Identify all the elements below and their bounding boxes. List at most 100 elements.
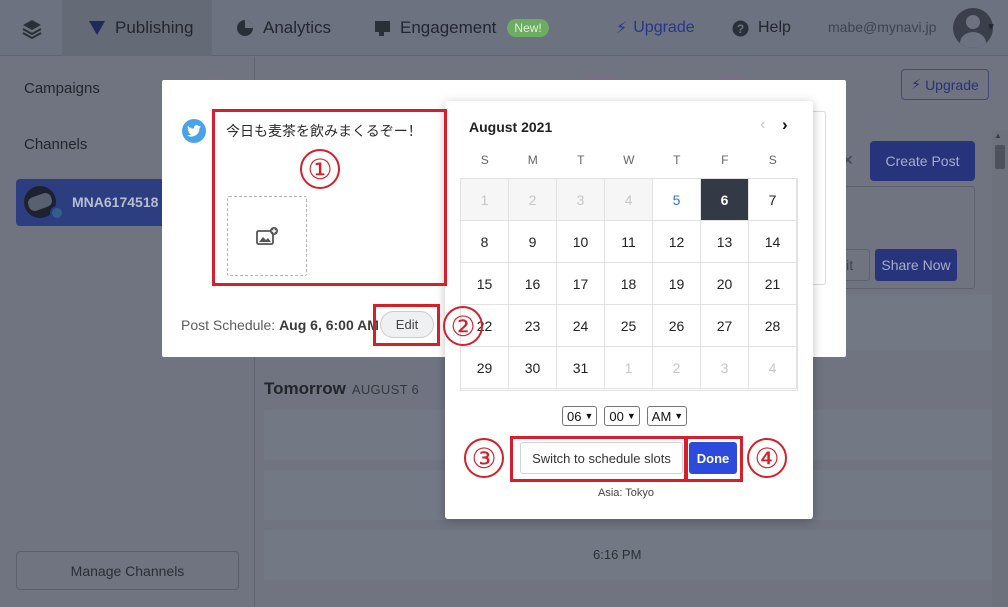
- time-slot-label: 6:16 PM: [593, 547, 642, 562]
- lightning-icon: ⚡: [911, 76, 922, 92]
- timezone-label: Asia: Tokyo: [598, 487, 655, 499]
- hour-select[interactable]: 06 ▼: [562, 406, 598, 426]
- publishing-icon: [89, 21, 105, 35]
- calendar-day[interactable]: 30: [508, 346, 557, 389]
- upgrade-label: Upgrade: [925, 76, 979, 93]
- calendar-day[interactable]: 8: [460, 220, 509, 263]
- scrollbar-thumb[interactable]: [995, 145, 1005, 169]
- nav-publishing[interactable]: Publishing: [62, 0, 212, 56]
- nav-upgrade[interactable]: ⚡ Upgrade: [616, 0, 695, 56]
- top-navigation: Publishing Analytics Engagement New! ⚡ U…: [0, 0, 1008, 56]
- calendar-day[interactable]: 7: [748, 178, 797, 221]
- create-post-button[interactable]: Create Post: [870, 141, 975, 181]
- calendar-day[interactable]: 20: [700, 262, 749, 305]
- weekday-label: F: [721, 153, 729, 167]
- calendar-day: 1: [460, 178, 509, 221]
- post-schedule: Post Schedule: Aug 6, 6:00 AM: [181, 317, 379, 333]
- ampm-value: AM: [651, 408, 672, 424]
- lightning-icon: ⚡: [616, 20, 628, 37]
- twitter-badge-icon: [50, 206, 64, 220]
- share-now-button[interactable]: Share Now: [875, 249, 957, 281]
- nav-engagement[interactable]: Engagement New!: [374, 0, 549, 56]
- calendar-day[interactable]: 18: [604, 262, 653, 305]
- calendar-day[interactable]: 17: [556, 262, 605, 305]
- annotation-number-4: ④: [747, 438, 787, 478]
- chevron-right-icon[interactable]: ›: [782, 115, 788, 135]
- calendar-day[interactable]: 19: [652, 262, 701, 305]
- sidebar-item-channels: Channels: [24, 136, 88, 153]
- scrollbar[interactable]: [992, 130, 1008, 607]
- calendar-day: 2: [508, 178, 557, 221]
- calendar-day[interactable]: 26: [652, 304, 701, 347]
- calendar-day[interactable]: 28: [748, 304, 797, 347]
- minute-select[interactable]: 00 ▼: [604, 406, 640, 426]
- calendar-day: 3: [556, 178, 605, 221]
- sidebar-item-campaigns[interactable]: Campaigns: [24, 80, 100, 97]
- calendar-day[interactable]: 29: [460, 346, 509, 389]
- time-picker: 06 ▼ 00 ▼ AM ▼: [562, 406, 688, 426]
- calendar-day: 4: [748, 346, 797, 389]
- scroll-up-icon[interactable]: ▲: [994, 131, 1002, 140]
- chevron-left-icon[interactable]: ‹: [760, 116, 765, 134]
- calendar-day[interactable]: 14: [748, 220, 797, 263]
- weekday-label: T: [673, 153, 681, 167]
- calendar-day[interactable]: 24: [556, 304, 605, 347]
- annotation-number-3: ③: [464, 438, 504, 478]
- composer-right-edge: [812, 111, 826, 285]
- engagement-icon: [375, 20, 390, 36]
- annotation-box-2: [373, 304, 440, 346]
- calendar-day[interactable]: 5: [652, 178, 701, 221]
- day-heading: Tomorrow AUGUST 6: [264, 379, 419, 399]
- annotation-number-1: ①: [300, 149, 340, 189]
- calendar-day: 3: [700, 346, 749, 389]
- calendar-day[interactable]: 23: [508, 304, 557, 347]
- calendar-day[interactable]: 25: [604, 304, 653, 347]
- day-heading-date: AUGUST 6: [351, 382, 420, 397]
- pie-chart-icon: [237, 20, 253, 36]
- calendar-day-selected[interactable]: 6: [700, 178, 749, 221]
- new-badge: New!: [507, 19, 549, 37]
- calendar-day[interactable]: 21: [748, 262, 797, 305]
- chevron-down-icon: ▼: [584, 411, 594, 421]
- layers-icon[interactable]: [20, 17, 44, 41]
- upgrade-button[interactable]: ⚡ Upgrade: [901, 69, 989, 100]
- chevron-down-icon: ▼: [626, 411, 636, 421]
- post-schedule-label: Post Schedule:: [181, 317, 276, 333]
- calendar-grid: 1 2 3 4 5 6 7 8 9 10 11 12 13 14 15 16 17 18 19 20 21 22 23 24 2…: [460, 178, 798, 391]
- user-email: mabe@mynavi.jp: [828, 19, 937, 35]
- day-heading-label: Tomorrow: [264, 379, 346, 398]
- calendar-day[interactable]: 11: [604, 220, 653, 263]
- calendar-day[interactable]: 10: [556, 220, 605, 263]
- channel-name: MNA6174518: [72, 194, 159, 210]
- calendar-day[interactable]: 13: [700, 220, 749, 263]
- nav-analytics[interactable]: Analytics: [236, 0, 331, 56]
- chevron-down-icon[interactable]: ▼: [986, 22, 996, 33]
- nav-engagement-label: Engagement: [400, 18, 497, 37]
- calendar-day[interactable]: 16: [508, 262, 557, 305]
- annotation-number-2: ②: [443, 306, 483, 346]
- manage-channels-button[interactable]: Manage Channels: [16, 551, 239, 590]
- nav-help[interactable]: ? Help: [732, 0, 791, 56]
- calendar-day: 1: [604, 346, 653, 389]
- calendar-day[interactable]: 27: [700, 304, 749, 347]
- weekday-label: S: [480, 153, 490, 167]
- ampm-select[interactable]: AM ▼: [646, 406, 688, 426]
- calendar-day[interactable]: 31: [556, 346, 605, 389]
- calendar-day[interactable]: 9: [508, 220, 557, 263]
- nav-help-label: Help: [758, 19, 791, 36]
- nav-analytics-label: Analytics: [263, 18, 332, 37]
- hour-value: 06: [567, 408, 582, 424]
- calendar-month: August 2021: [469, 119, 553, 135]
- calendar-day: 4: [604, 178, 653, 221]
- weekday-label: T: [577, 153, 585, 167]
- weekday-label: W: [623, 153, 635, 167]
- calendar-day[interactable]: 12: [652, 220, 701, 263]
- weekday-label: M: [527, 153, 539, 167]
- avatar-body: [960, 32, 986, 48]
- nav-upgrade-label: Upgrade: [633, 19, 695, 36]
- annotation-box-4: [684, 436, 743, 482]
- help-icon: ?: [732, 20, 749, 36]
- calendar-day[interactable]: 15: [460, 262, 509, 305]
- avatar-head: [966, 15, 980, 29]
- nav-publishing-label: Publishing: [115, 18, 194, 37]
